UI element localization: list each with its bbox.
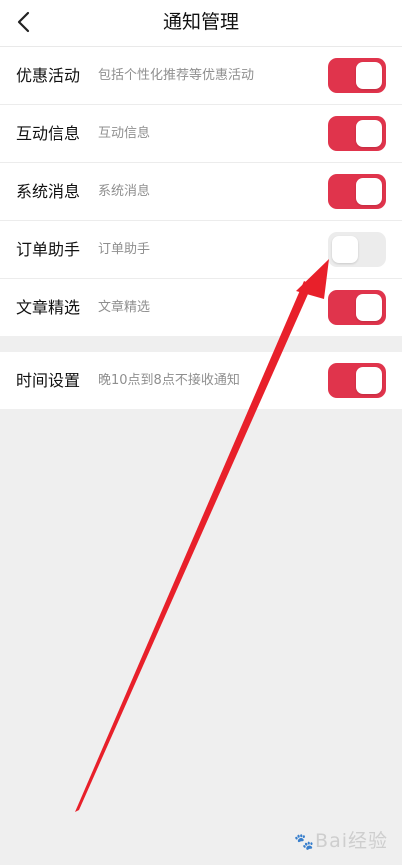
setting-row-promotions: 优惠活动 包括个性化推荐等优惠活动 xyxy=(0,47,402,105)
setting-label: 互动信息 xyxy=(16,124,81,143)
toggle-knob xyxy=(356,367,382,394)
nav-header: 通知管理 xyxy=(0,0,402,47)
setting-row-articles: 文章精选 文章精选 xyxy=(0,279,402,336)
setting-label: 系统消息 xyxy=(16,182,81,201)
setting-row-system: 系统消息 系统消息 xyxy=(0,163,402,221)
setting-description: 系统消息 xyxy=(98,184,151,199)
watermark: 🐾Bai经验 xyxy=(294,826,388,853)
notification-settings-list: 优惠活动 包括个性化推荐等优惠活动 互动信息 互动信息 系统消息 系统消息 订单… xyxy=(0,47,402,336)
toggle-knob xyxy=(356,62,382,89)
setting-label: 时间设置 xyxy=(16,371,81,390)
toggle-articles[interactable] xyxy=(328,290,386,325)
setting-label: 订单助手 xyxy=(16,240,81,259)
toggle-knob xyxy=(356,120,382,147)
toggle-time-setting[interactable] xyxy=(328,363,386,398)
toggle-system-messages[interactable] xyxy=(328,174,386,209)
setting-description: 文章精选 xyxy=(98,300,151,315)
setting-description: 晚10点到8点不接收通知 xyxy=(98,373,240,388)
setting-row-interactions: 互动信息 互动信息 xyxy=(0,105,402,163)
setting-row-orders: 订单助手 订单助手 xyxy=(0,221,402,279)
toggle-knob xyxy=(356,178,382,205)
setting-description: 包括个性化推荐等优惠活动 xyxy=(98,68,255,83)
setting-description: 订单助手 xyxy=(98,242,151,257)
page-title: 通知管理 xyxy=(162,11,239,33)
setting-label: 优惠活动 xyxy=(16,66,81,85)
toggle-interactions[interactable] xyxy=(328,116,386,151)
time-settings-section: 时间设置 晚10点到8点不接收通知 xyxy=(0,352,402,409)
paw-icon: 🐾 xyxy=(294,832,316,851)
setting-row-time: 时间设置 晚10点到8点不接收通知 xyxy=(0,352,402,409)
toggle-order-assistant[interactable] xyxy=(328,232,386,267)
setting-description: 互动信息 xyxy=(98,126,151,141)
setting-label: 文章精选 xyxy=(16,298,81,317)
toggle-knob xyxy=(332,236,358,263)
toggle-knob xyxy=(356,294,382,321)
toggle-promotions[interactable] xyxy=(328,58,386,93)
watermark-text: Bai经验 xyxy=(315,830,388,852)
